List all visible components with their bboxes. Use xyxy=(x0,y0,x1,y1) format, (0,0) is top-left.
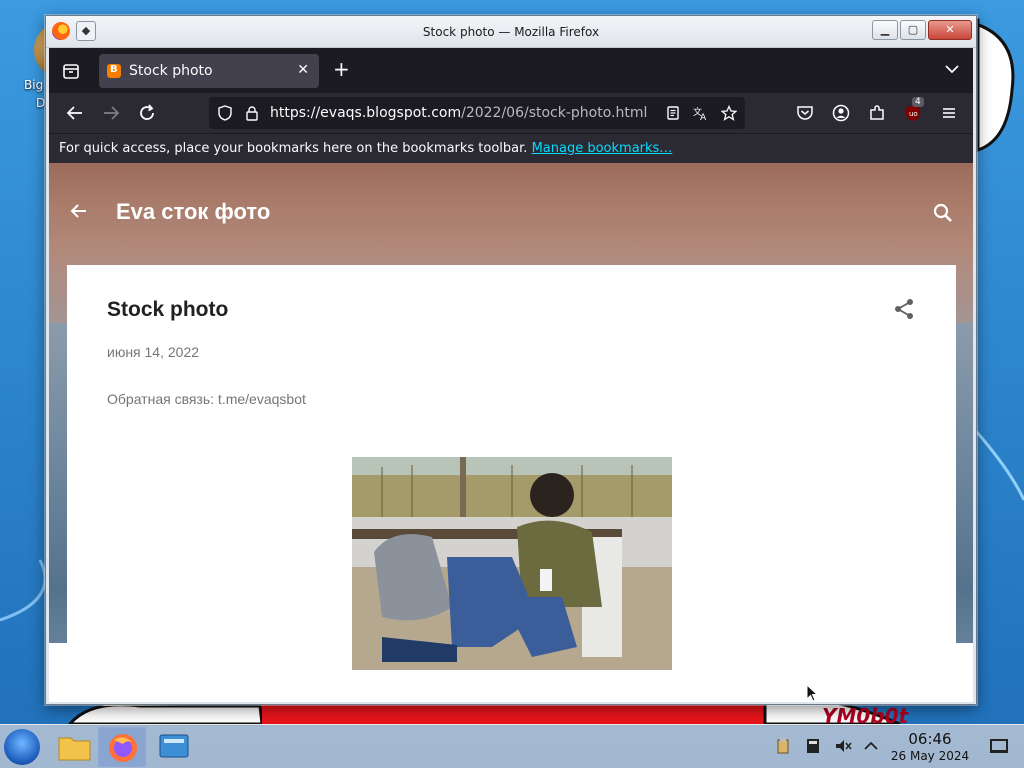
mouse-cursor-icon xyxy=(806,684,818,702)
browser-content: Stock photo ✕ + xyxy=(49,48,973,702)
url-path: /2022/06/stock-photo.html xyxy=(461,105,648,121)
desktop-icon-label: Big xyxy=(24,78,44,92)
window-title: Stock photo — Mozilla Firefox xyxy=(422,25,600,39)
extensions-icon[interactable] xyxy=(867,103,887,123)
svg-text:uo: uo xyxy=(909,110,918,118)
blog-header: Eva сток фото xyxy=(49,163,973,265)
share-icon[interactable] xyxy=(892,297,916,321)
ublock-origin-icon[interactable]: uo 4 xyxy=(903,97,924,123)
url-host: https://evaqs.blogspot.com xyxy=(270,105,462,121)
show-desktop-icon[interactable] xyxy=(990,739,1008,753)
new-tab-button[interactable]: + xyxy=(333,59,350,79)
pocket-icon[interactable] xyxy=(795,103,815,123)
post-body-text: Обратная связь: t.me/evaqsbot xyxy=(107,391,306,407)
bookmarks-prompt: For quick access, place your bookmarks h… xyxy=(59,141,528,156)
start-menu-button[interactable] xyxy=(4,729,40,765)
minimize-button[interactable]: ▁ xyxy=(872,20,898,40)
tab-label: Stock photo xyxy=(129,63,213,79)
blogger-favicon-icon xyxy=(107,64,121,78)
window-titlebar[interactable]: ◆ Stock photo — Mozilla Firefox ▁ ▢ ✕ xyxy=(46,16,976,48)
storage-tray-icon[interactable] xyxy=(804,737,822,755)
bookmark-star-icon[interactable] xyxy=(721,105,737,121)
navigation-toolbar: https://evaqs.blogspot.com/2022/06/stock… xyxy=(49,93,973,133)
lock-icon[interactable] xyxy=(244,105,260,121)
clock-time[interactable]: 06:46 xyxy=(892,730,968,748)
firefox-taskbar-icon[interactable] xyxy=(98,727,146,767)
post-title: Stock photo xyxy=(107,298,229,321)
menu-hamburger-icon[interactable] xyxy=(939,103,959,123)
bookmarks-toolbar: For quick access, place your bookmarks h… xyxy=(49,133,973,163)
tab-stock-photo[interactable]: Stock photo ✕ xyxy=(99,54,319,88)
taskbar: 06:46 26 May 2024 xyxy=(0,724,1024,768)
firefox-view-icon[interactable] xyxy=(61,61,81,81)
tray-expand-chevron-icon[interactable] xyxy=(862,737,880,755)
back-button[interactable] xyxy=(63,101,87,125)
url-text[interactable]: https://evaqs.blogspot.com/2022/06/stock… xyxy=(270,105,658,121)
reload-button[interactable] xyxy=(135,101,159,125)
tab-strip: Stock photo ✕ + xyxy=(49,48,973,93)
tracking-protection-shield-icon[interactable] xyxy=(217,105,233,121)
clock-date[interactable]: 26 May 2024 xyxy=(886,749,974,763)
firefox-window: ◆ Stock photo — Mozilla Firefox ▁ ▢ ✕ St… xyxy=(45,15,977,705)
control-panel-taskbar-icon[interactable] xyxy=(150,727,198,767)
svg-text:A: A xyxy=(700,113,707,121)
page-viewport: Eva сток фото Stock photo июня 14, 2022 xyxy=(49,163,973,702)
search-icon[interactable] xyxy=(931,201,955,225)
forward-button[interactable] xyxy=(99,101,123,125)
maximize-button[interactable]: ▢ xyxy=(900,20,926,40)
account-icon[interactable] xyxy=(831,103,851,123)
manage-bookmarks-link[interactable]: Manage bookmarks… xyxy=(532,141,673,156)
reader-view-icon[interactable] xyxy=(665,105,681,121)
clipboard-tray-icon[interactable] xyxy=(774,737,792,755)
volume-muted-icon[interactable] xyxy=(834,737,852,755)
url-bar[interactable]: https://evaqs.blogspot.com/2022/06/stock… xyxy=(209,97,745,129)
blog-title[interactable]: Eva сток фото xyxy=(116,199,270,225)
blog-back-arrow-icon[interactable] xyxy=(67,199,91,223)
tab-close-icon[interactable]: ✕ xyxy=(297,62,309,78)
post-card: Stock photo июня 14, 2022 Обратная связь… xyxy=(67,265,956,702)
post-date: июня 14, 2022 xyxy=(107,344,200,360)
list-all-tabs-icon[interactable] xyxy=(943,60,961,78)
extension-badge: 4 xyxy=(912,97,924,107)
desktop-watermark-text: this is totally xyxy=(980,88,981,89)
file-manager-taskbar-icon[interactable] xyxy=(50,727,98,767)
close-window-button[interactable]: ✕ xyxy=(928,20,972,40)
post-stock-photo[interactable] xyxy=(352,457,672,670)
translate-icon[interactable]: 文 A xyxy=(693,105,709,121)
